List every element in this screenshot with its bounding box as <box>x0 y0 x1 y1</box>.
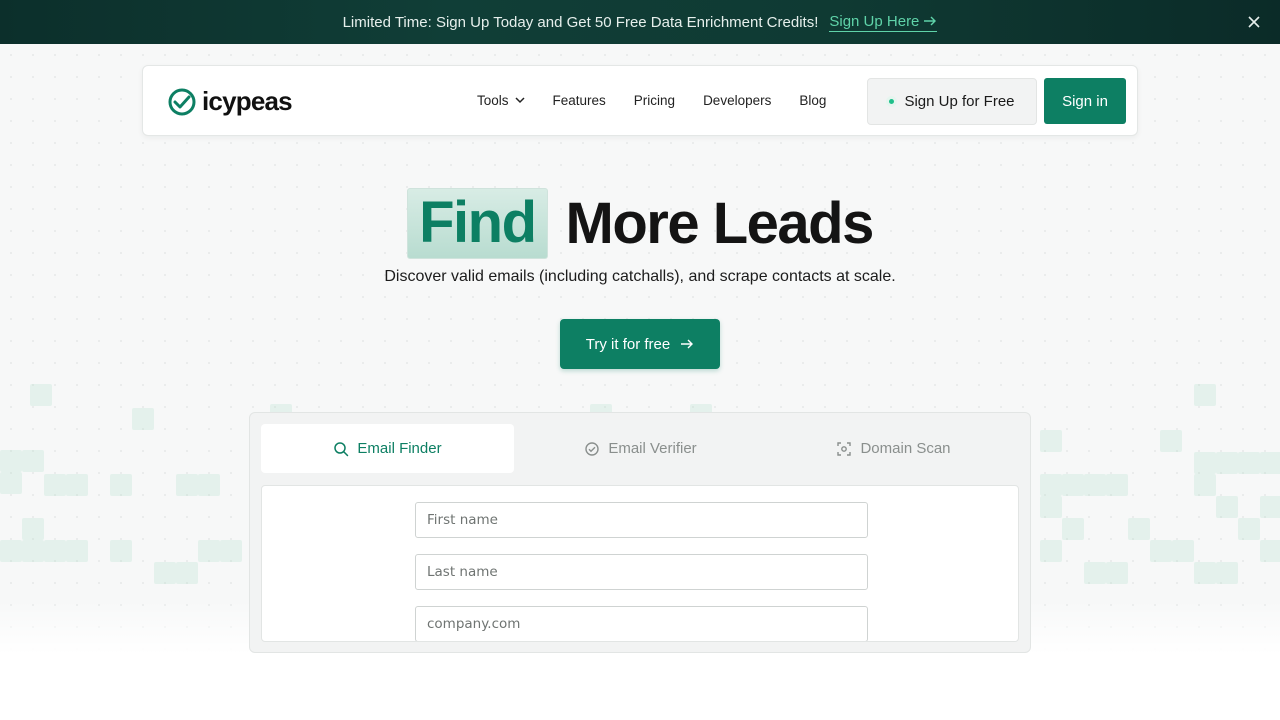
logo-icon <box>168 88 196 115</box>
banner-link-label: Sign Up Here <box>829 12 920 30</box>
hero-subtitle: Discover valid emails (including catchal… <box>384 268 896 285</box>
hero-title: Find More Leads <box>0 187 1280 259</box>
nav-item-label: Tools <box>477 93 509 108</box>
tool-card: Email Finder Email Verifier Domain Scan <box>249 412 1031 653</box>
logo-text: icypeas <box>202 86 293 116</box>
signin-button[interactable]: Sign in <box>1044 78 1126 124</box>
check-circle-icon <box>585 441 600 456</box>
tab-label: Domain Scan <box>860 440 951 457</box>
scan-icon <box>837 441 852 456</box>
nav-item-blog[interactable]: Blog <box>799 93 826 108</box>
search-icon <box>334 441 349 456</box>
first-name-input[interactable] <box>415 502 868 538</box>
domain-input[interactable] <box>415 606 868 641</box>
chevron-down-icon <box>514 97 525 104</box>
banner-signup-link[interactable]: Sign Up Here <box>829 12 938 32</box>
logo[interactable]: icypeas <box>167 86 293 117</box>
nav-menu: Tools Features Pricing Developers Blog <box>477 66 854 135</box>
last-name-input[interactable] <box>415 554 868 590</box>
tab-domain-scan[interactable]: Domain Scan <box>767 424 1020 473</box>
hero-title-rest: More Leads <box>565 190 875 256</box>
email-finder-form <box>261 485 1019 642</box>
tab-email-finder[interactable]: Email Finder <box>261 424 514 473</box>
status-dot-icon <box>889 99 895 104</box>
close-icon[interactable] <box>1244 12 1264 32</box>
nav-item-pricing[interactable]: Pricing <box>634 93 675 108</box>
navbar: icypeas Tools Features Pricing Developer… <box>142 65 1138 136</box>
nav-item-developers[interactable]: Developers <box>703 93 771 108</box>
banner-text: Limited Time: Sign Up Today and Get 50 F… <box>342 13 819 31</box>
signup-button[interactable]: Sign Up for Free <box>867 78 1037 125</box>
tab-label: Email Finder <box>357 440 442 457</box>
tab-email-verifier[interactable]: Email Verifier <box>514 424 767 473</box>
arrow-right-icon <box>681 339 694 349</box>
signup-button-label: Sign Up for Free <box>904 93 1015 110</box>
nav-item-tools[interactable]: Tools <box>477 93 525 108</box>
arrow-right-icon <box>924 16 937 26</box>
try-free-button[interactable]: Try it for free <box>560 319 720 369</box>
tab-label: Email Verifier <box>608 440 697 457</box>
nav-item-features[interactable]: Features <box>553 93 606 108</box>
promo-banner: Limited Time: Sign Up Today and Get 50 F… <box>0 0 1280 44</box>
hero-highlight: Find <box>407 187 548 259</box>
cta-label: Try it for free <box>585 335 671 353</box>
